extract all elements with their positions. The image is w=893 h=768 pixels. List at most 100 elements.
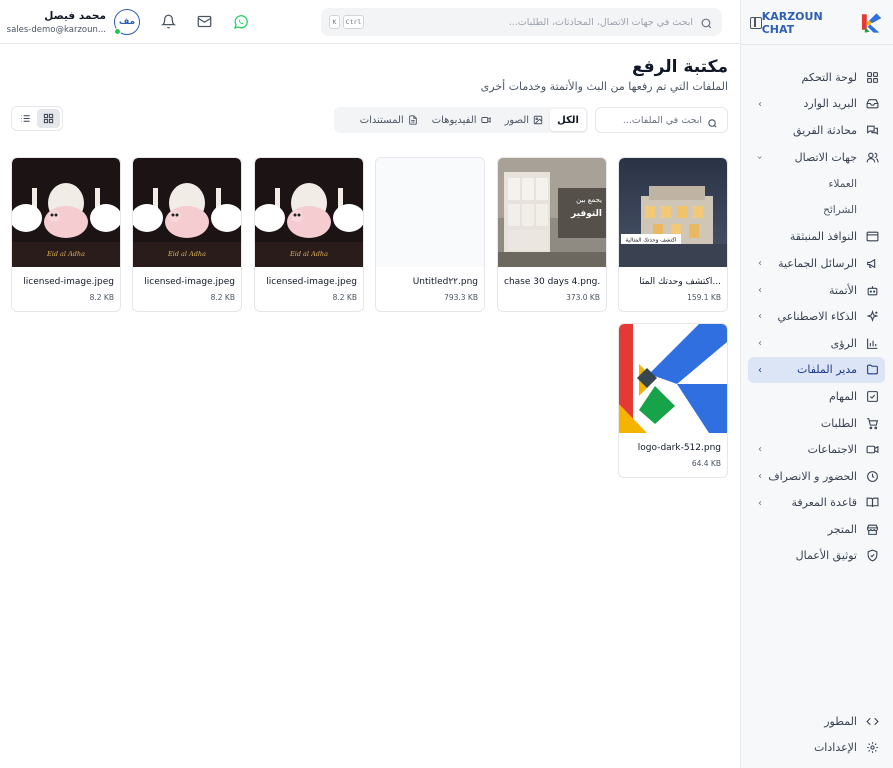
chart-icon <box>865 336 879 350</box>
chevron-left-icon[interactable]: ‹ <box>758 258 762 269</box>
list-view-button[interactable] <box>14 109 37 128</box>
sidebar-item-store[interactable]: المتجر <box>748 516 885 543</box>
chevron-left-icon[interactable]: ‹ <box>758 444 762 455</box>
tab-label: الكل <box>557 114 579 126</box>
chevron-down-icon[interactable]: ‹ <box>755 155 766 159</box>
sidebar-item-label: البريد الوارد <box>803 97 858 111</box>
top-header: محمد فيصل sales-demo@karzoun... مف Ctrl … <box>0 0 740 44</box>
file-search[interactable] <box>595 107 728 133</box>
whatsapp-icon[interactable] <box>232 13 249 30</box>
mail-icon[interactable] <box>196 13 213 30</box>
file-thumbnail: Eid al Adha <box>133 158 241 267</box>
sidebar-item-label: محادثة الفريق <box>793 123 857 137</box>
user-info[interactable]: محمد فيصل sales-demo@karzoun... <box>7 9 106 37</box>
chevron-left-icon[interactable]: ‹ <box>758 285 762 296</box>
sidebar-item-popups[interactable]: النوافذ المنبثقة <box>748 224 885 251</box>
sidebar-item-ai[interactable]: الذكاء الاصطناعي ‹ <box>748 303 885 330</box>
sidebar-item-knowledge-base[interactable]: قاعدة المعرفة ‹ <box>748 490 885 517</box>
user-email: sales-demo@karzoun... <box>6 25 106 35</box>
tab-videos[interactable]: الفيديوهات <box>425 109 498 131</box>
file-card[interactable]: Eid al Adha licensed-image.jpeg 8.2 KB <box>11 157 121 312</box>
global-search[interactable]: Ctrl K <box>321 8 722 36</box>
file-size: 64.4 KB <box>691 459 721 468</box>
file-card[interactable]: Eid al Adha licensed-image.jpeg 8.2 KB <box>132 157 242 312</box>
file-card[interactable]: اكتشف وحدتك المثالية اكتشف وحدتك المثا..… <box>618 157 728 312</box>
file-card[interactable]: Untitled٢٢.png 793.3 KB <box>375 157 485 312</box>
sidebar-nav: لوحة التحكم البريد الوارد ‹ محادثة الفري… <box>748 64 885 569</box>
tab-documents[interactable]: المستندات <box>353 109 425 131</box>
sidebar-item-inbox[interactable]: البريد الوارد ‹ <box>748 91 885 118</box>
megaphone-icon <box>865 256 879 270</box>
eid-caption: Eid al Adha <box>46 250 85 258</box>
file-size: 373.0 KB <box>566 293 600 302</box>
sidebar-item-contacts[interactable]: جهات الاتصال ‹ <box>748 144 885 171</box>
sidebar-collapse-icon[interactable] <box>750 17 762 29</box>
sidebar-item-file-manager[interactable]: مدير الملفات ‹ <box>748 356 885 384</box>
file-card[interactable]: logo-dark-512.png 64.4 KB <box>618 323 728 478</box>
user-name: محمد فيصل <box>44 10 106 22</box>
search-icon <box>700 15 714 29</box>
bell-icon[interactable] <box>160 13 177 30</box>
sidebar-item-meetings[interactable]: الاجتماعات ‹ <box>748 436 885 463</box>
inbox-icon <box>865 97 879 111</box>
sidebar-item-tasks[interactable]: المهام <box>748 383 885 410</box>
list-icon <box>21 115 30 122</box>
grid-view-button[interactable] <box>37 109 60 128</box>
tab-all[interactable]: الكل <box>550 109 586 131</box>
sidebar-item-dashboard[interactable]: لوحة التحكم <box>748 64 885 91</box>
sidebar-item-label: المهام <box>829 389 857 403</box>
sidebar-item-orders[interactable]: الطلبات <box>748 410 885 437</box>
sidebar-item-insights[interactable]: الرؤى ‹ <box>748 330 885 357</box>
sidebar-item-label: الحضور و الانصراف <box>768 469 857 483</box>
file-name: Untitled٢٢.png <box>412 277 478 287</box>
chevron-left-icon[interactable]: ‹ <box>758 498 762 509</box>
sparkles-icon <box>865 310 879 324</box>
chevron-left-icon[interactable]: ‹ <box>758 471 762 482</box>
sidebar-item-label: الذكاء الاصطناعي <box>777 310 857 324</box>
sidebar-item-label: الإعدادات <box>813 741 857 755</box>
sidebar-subitem-customers[interactable]: العملاء <box>748 170 885 197</box>
sidebar-divider <box>740 44 893 45</box>
sidebar-item-settings[interactable]: الإعدادات <box>748 735 885 762</box>
eid-caption: Eid al Adha <box>167 250 206 258</box>
sidebar-item-label: العملاء <box>828 177 857 190</box>
sidebar-item-automation[interactable]: الأتمتة ‹ <box>748 277 885 304</box>
cart-icon <box>865 416 879 430</box>
sidebar-item-developer[interactable]: المطور <box>748 708 885 735</box>
popup-icon <box>865 230 879 244</box>
sidebar-item-team-chat[interactable]: محادثة الفريق <box>748 117 885 144</box>
file-card[interactable]: Eid al Adha licensed-image.jpeg 8.2 KB <box>254 157 364 312</box>
chevron-left-icon[interactable]: ‹ <box>758 99 762 110</box>
chevron-left-icon[interactable]: ‹ <box>758 338 762 349</box>
file-name: licensed-image.jpeg <box>266 277 357 287</box>
sidebar-item-label: لوحة التحكم <box>801 70 857 84</box>
file-name: licensed-image.jpeg <box>23 277 114 287</box>
file-card[interactable]: يجمع بين التوفير chase 30 days 4.png... … <box>497 157 607 312</box>
sidebar-item-business-verification[interactable]: توثيق الأعمال <box>748 543 885 570</box>
tab-label: الصور <box>504 114 530 126</box>
brand-logo <box>861 13 882 33</box>
sidebar-item-attendance[interactable]: الحضور و الانصراف ‹ <box>748 463 885 490</box>
file-name: chase 30 days 4.png... <box>504 277 600 287</box>
tab-label: الفيديوهات <box>431 114 477 126</box>
folder-icon <box>865 363 879 377</box>
file-size: 159.1 KB <box>687 293 721 302</box>
sidebar: KARZOUN CHAT لوحة التحكم البريد الوارد ‹ <box>740 0 893 768</box>
chevron-left-icon[interactable]: ‹ <box>758 311 762 322</box>
dashboard-icon <box>865 70 879 84</box>
sidebar-item-label: توثيق الأعمال <box>795 549 857 563</box>
file-size: 8.2 KB <box>210 293 235 302</box>
file-search-input[interactable] <box>602 112 702 128</box>
tab-images[interactable]: الصور <box>498 109 551 131</box>
global-search-input[interactable] <box>381 13 693 31</box>
chevron-left-icon[interactable]: ‹ <box>758 365 762 376</box>
online-status-dot <box>114 28 121 35</box>
video-icon <box>480 115 491 125</box>
banner-line-2: التوفير <box>570 209 602 219</box>
sidebar-item-broadcast[interactable]: الرسائل الجماعية ‹ <box>748 250 885 277</box>
file-size: 8.2 KB <box>332 293 357 302</box>
sidebar-subitem-segments[interactable]: الشرائح <box>748 197 885 224</box>
contacts-icon <box>865 150 879 164</box>
clock-icon <box>865 469 879 483</box>
tasks-icon <box>865 389 879 403</box>
